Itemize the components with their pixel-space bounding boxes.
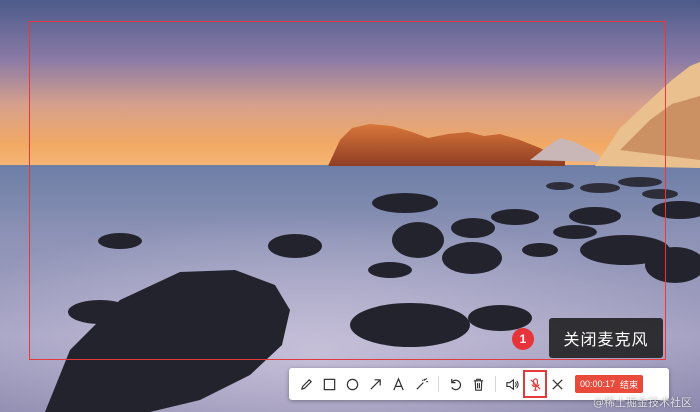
toolbar-divider — [495, 376, 496, 392]
magic-wand-tool-button[interactable] — [410, 372, 433, 396]
text-tool-button[interactable] — [387, 372, 410, 396]
arrow-icon — [370, 378, 381, 390]
close-button[interactable] — [546, 372, 569, 396]
undo-icon — [451, 378, 462, 390]
trash-icon — [473, 378, 484, 391]
circle-tool-button[interactable] — [341, 372, 364, 396]
watermark: @稀土掘金技术社区 — [593, 396, 692, 409]
magic-wand-icon — [416, 377, 429, 390]
capture-region-frame[interactable] — [29, 21, 666, 360]
speaker-icon — [506, 378, 519, 390]
microphone-off-icon — [529, 377, 541, 391]
undo-button[interactable] — [444, 372, 467, 396]
pencil-tool-button[interactable] — [295, 372, 318, 396]
stop-recording-button[interactable]: 00:00:17 结束 — [575, 375, 644, 393]
recording-timer: 00:00:17 — [580, 379, 616, 389]
end-label: 结束 — [620, 379, 639, 390]
close-icon — [552, 378, 563, 390]
rectangle-icon — [323, 378, 336, 390]
mute-microphone-tooltip: 关闭麦克风 — [549, 318, 663, 358]
toolbar-divider — [438, 376, 439, 392]
rectangle-tool-button[interactable] — [318, 372, 341, 396]
text-icon — [393, 376, 404, 390]
circle-icon — [346, 378, 359, 390]
speaker-button[interactable] — [501, 372, 524, 396]
microphone-toggle-button[interactable] — [523, 370, 547, 398]
step-number-badge: 1 — [512, 328, 534, 350]
arrow-tool-button[interactable] — [364, 372, 387, 396]
delete-button[interactable] — [467, 372, 490, 396]
pencil-icon — [301, 378, 312, 390]
